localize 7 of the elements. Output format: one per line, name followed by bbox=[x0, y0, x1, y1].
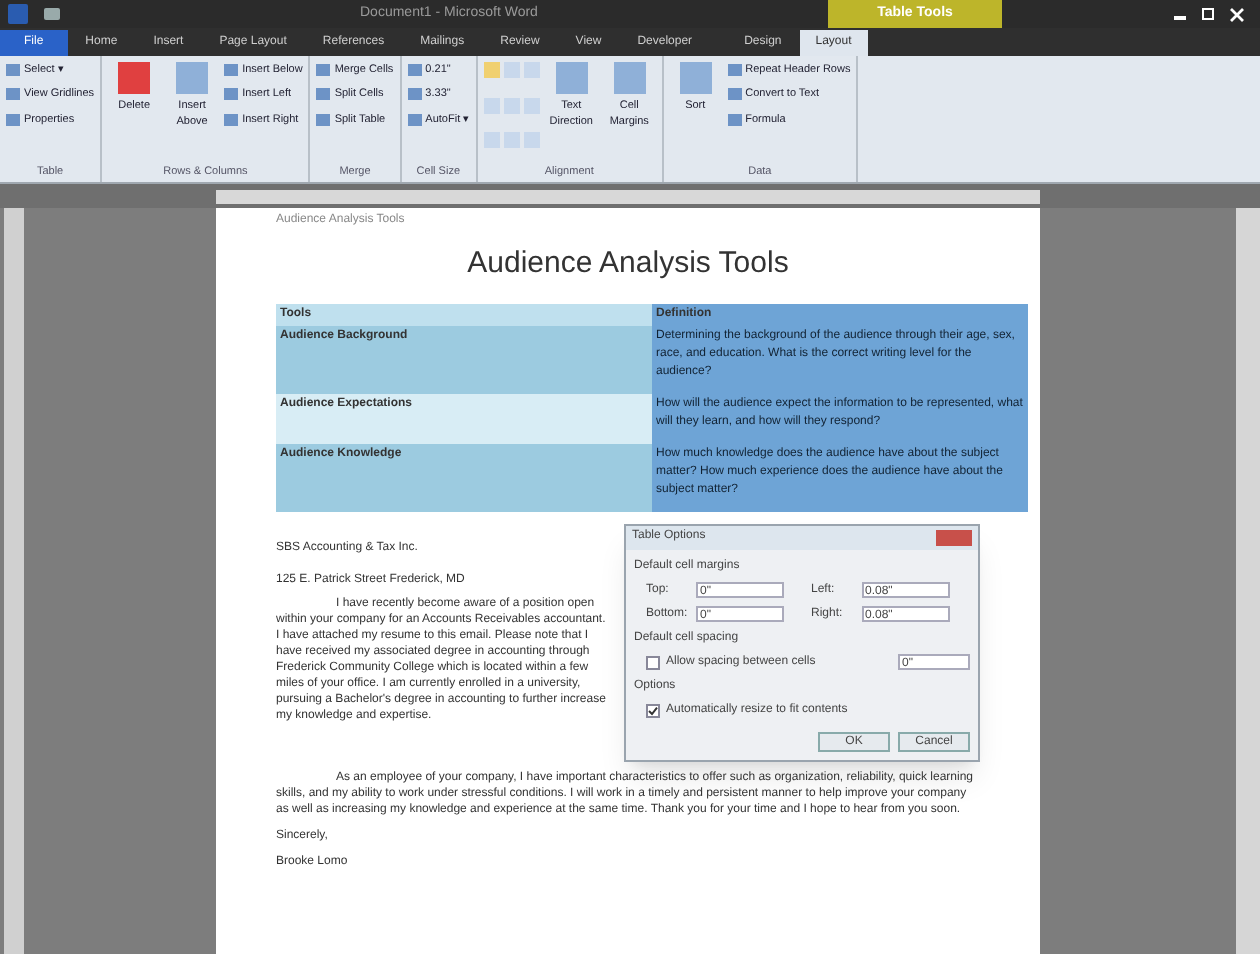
checkbox[interactable] bbox=[646, 703, 660, 717]
document-title: Audience Analysis Tools bbox=[465, 244, 791, 284]
maximize-icon[interactable] bbox=[1202, 7, 1214, 19]
vertical-scrollbar[interactable] bbox=[1236, 208, 1260, 954]
checkbox[interactable] bbox=[646, 655, 660, 669]
minimize-icon[interactable] bbox=[1174, 15, 1186, 19]
horizontal-ruler[interactable] bbox=[216, 189, 1040, 203]
